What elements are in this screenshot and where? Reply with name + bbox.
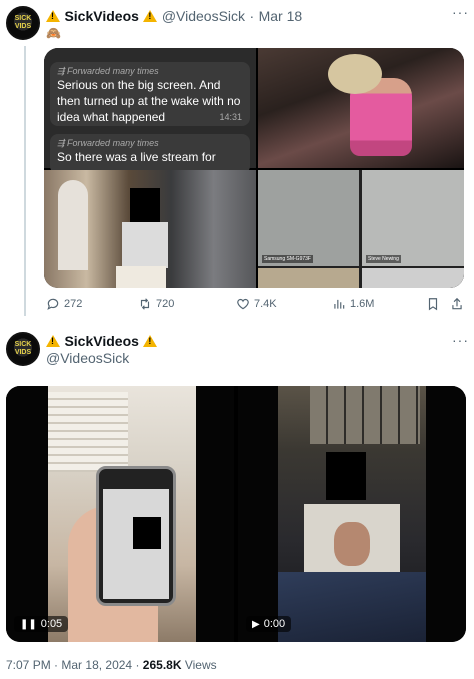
chat-time: 14:31	[219, 112, 242, 122]
post-header: SickVideos	[46, 333, 158, 351]
thread-line	[24, 46, 26, 316]
avatar[interactable]: SICK VIDS	[6, 6, 40, 40]
zoom-label: Steve Newing	[366, 255, 401, 263]
action-bar: 272 720 7.4K 1.6M	[46, 297, 466, 317]
handle[interactable]: @VideosSick	[46, 350, 129, 366]
video-timestamp[interactable]: ❚❚ 0:05	[14, 616, 69, 632]
separator: ·	[135, 658, 143, 672]
avatar-logo: SICK VIDS	[14, 15, 32, 30]
repost-count: 720	[156, 298, 175, 310]
warning-icon	[46, 335, 60, 347]
share-button[interactable]	[450, 297, 464, 311]
censor-box	[133, 517, 161, 549]
zoom-screenshot[interactable]: Samsung SM-G973F Steve Newing	[258, 170, 464, 288]
display-name[interactable]: SickVideos	[64, 8, 138, 24]
party-photo[interactable]	[258, 48, 464, 168]
zoom-tile: Samsung SM-G973F	[258, 170, 359, 266]
chat-screenshot[interactable]: ⇶ Forwarded many times Serious on the bi…	[44, 48, 256, 174]
zoom-tile	[362, 268, 464, 288]
bookmark-button[interactable]	[426, 297, 440, 311]
views-count: 265.8K	[142, 658, 182, 672]
photo-hair	[328, 54, 382, 94]
video-frame	[48, 386, 196, 642]
video-time: 0:00	[263, 618, 286, 630]
post-time[interactable]: 7:07 PM	[6, 658, 51, 672]
chat-message: So there was a live stream for	[57, 150, 216, 164]
display-name[interactable]: SickVideos	[64, 333, 138, 349]
zoom-label: Samsung SM-G973F	[262, 255, 313, 263]
post-footer: 7:07 PM · Mar 18, 2024 · 265.8K Views	[6, 658, 217, 672]
video-player[interactable]: ▶ 0:00	[238, 386, 466, 642]
zoom-tile: Steve Newing	[362, 170, 464, 266]
chat-message: Serious on the big screen. And then turn…	[57, 78, 241, 124]
reply-icon	[47, 298, 59, 310]
media-grid: ⇶ Forwarded many times Serious on the bi…	[44, 48, 464, 288]
avatar[interactable]: SICK VIDS	[6, 332, 40, 366]
bookmark-icon	[428, 298, 438, 311]
more-icon[interactable]: ···	[452, 332, 469, 348]
chat-bubble: ⇶ Forwarded many times So there was a li…	[50, 134, 250, 174]
reply-count: 272	[64, 298, 83, 310]
avatar-logo: SICK VIDS	[14, 341, 32, 356]
handle[interactable]: @VideosSick	[162, 8, 245, 24]
views-icon	[334, 299, 345, 309]
views-count: 1.6M	[350, 298, 375, 310]
keyboard	[278, 572, 426, 642]
window-blinds	[48, 392, 128, 472]
post-date[interactable]: Mar 18, 2024	[61, 658, 132, 672]
pause-icon: ❚❚	[20, 618, 37, 630]
forwarded-label: ⇶ Forwarded many times	[57, 138, 159, 148]
separator: ·	[249, 8, 255, 24]
screen-frame	[122, 222, 168, 268]
censor-box	[130, 188, 160, 222]
play-icon: ▶	[252, 618, 260, 630]
video-grid: ❚❚ 0:05 ▶ 0:00	[6, 386, 466, 642]
video-player[interactable]: ❚❚ 0:05	[6, 386, 234, 642]
chat-bubble: ⇶ Forwarded many times Serious on the bi…	[50, 62, 250, 126]
monitor-grid	[310, 386, 420, 444]
phone-screen	[103, 489, 169, 599]
like-button[interactable]: 7.4K	[236, 297, 277, 311]
more-icon[interactable]: ···	[452, 4, 469, 20]
phone	[96, 466, 176, 606]
post-date[interactable]: Mar 18	[259, 8, 303, 24]
like-count: 7.4K	[254, 298, 277, 310]
post-emoji: 🙈	[46, 26, 61, 40]
warning-icon	[143, 10, 158, 22]
repost-icon	[140, 298, 150, 310]
face-region	[334, 522, 370, 566]
views-label: Views	[184, 658, 217, 672]
screen-frame	[116, 266, 166, 288]
repost-button[interactable]: 720	[138, 297, 174, 311]
reply-button[interactable]: 272	[46, 297, 82, 311]
video-time: 0:05	[40, 618, 63, 630]
warning-icon	[46, 10, 60, 22]
censor-box	[326, 452, 366, 500]
views-button[interactable]: 1.6M	[332, 297, 374, 311]
heart-icon	[237, 298, 249, 310]
warning-icon	[143, 335, 158, 347]
video-timestamp[interactable]: ▶ 0:00	[246, 616, 292, 632]
post-header: SickVideos @VideosSick · Mar 18	[46, 8, 302, 26]
church-photo[interactable]	[44, 170, 256, 288]
zoom-tile	[258, 268, 359, 288]
church-arch	[58, 180, 88, 270]
video-frame	[278, 386, 426, 642]
monitor-panel	[304, 504, 400, 574]
forwarded-label: ⇶ Forwarded many times	[57, 66, 159, 76]
share-icon	[452, 297, 462, 310]
